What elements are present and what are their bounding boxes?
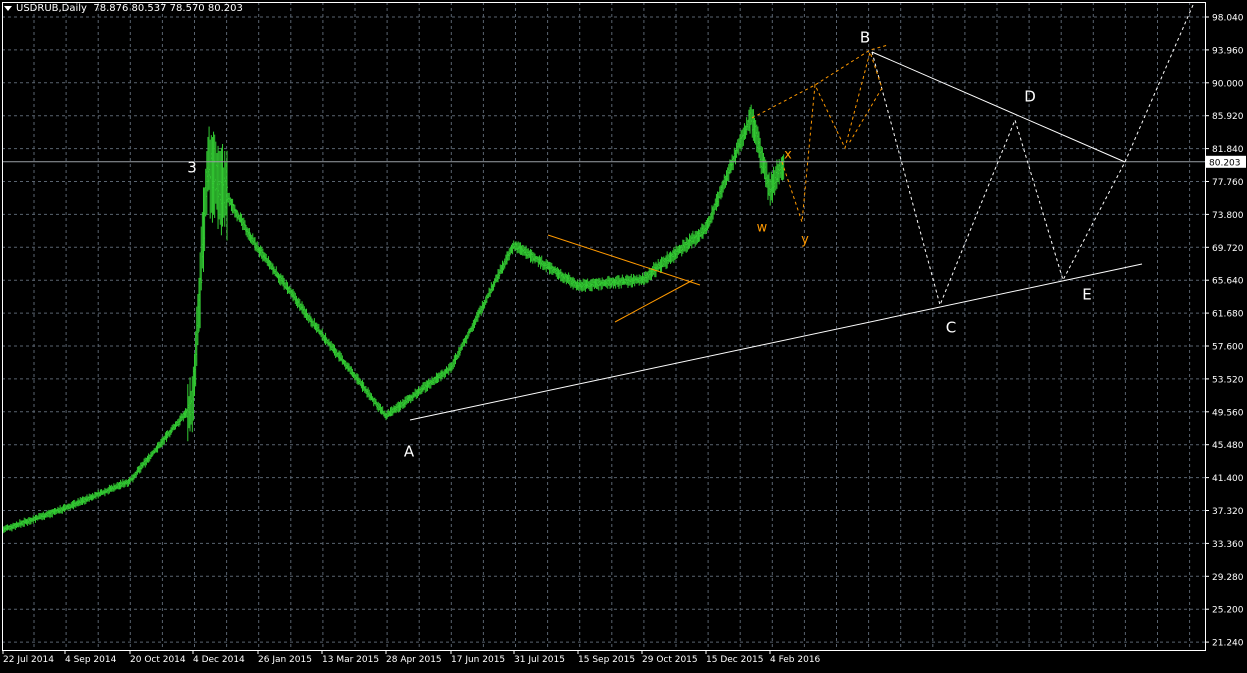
- x-tick-label: 22 Jul 2014: [3, 655, 54, 665]
- y-tick-label: 37.320: [1212, 507, 1244, 517]
- y-tick-label: 69.720: [1212, 244, 1244, 254]
- symbol-label: USDRUB,Daily: [16, 3, 87, 14]
- y-tick-label: 49.560: [1212, 408, 1244, 418]
- wave-label-w: w: [757, 221, 768, 236]
- y-tick-label: 21.240: [1212, 639, 1244, 649]
- y-tick-label: 65.640: [1212, 277, 1244, 287]
- wave-label-y: y: [801, 233, 809, 248]
- ace-trendline: [409, 263, 1143, 421]
- x-tick-label: 15 Dec 2015: [706, 655, 764, 665]
- ohlc-values: 78.876 80.537 78.570 80.203: [93, 3, 243, 14]
- y-tick-label: 90.000: [1212, 79, 1244, 89]
- y-tick-label: 61.680: [1212, 310, 1244, 320]
- wave-markup: [2, 4, 1205, 421]
- bd-trendline: [871, 51, 1126, 163]
- x-tick-label: 26 Jan 2015: [258, 655, 312, 665]
- y-tick-label: 41.400: [1212, 474, 1244, 484]
- wave-label-D: D: [1024, 88, 1036, 106]
- price-bars: [2, 104, 785, 534]
- y-tick-label: 29.280: [1212, 573, 1244, 583]
- x-tick-label: 13 Mar 2015: [322, 655, 379, 665]
- y-tick-label: 93.960: [1212, 46, 1244, 56]
- price-chart[interactable]: 3 A B C D Ew x y 98.040 93.960 90.000 85.920 81.840…: [0, 0, 1247, 669]
- x-tick-label: 20 Oct 2014: [130, 655, 186, 665]
- chart-header: USDRUB,Daily 78.876 80.537 78.570 80.203: [4, 3, 243, 14]
- wave-label-A: A: [404, 443, 415, 461]
- dropdown-triangle-icon[interactable]: [4, 5, 12, 11]
- chart-canvas[interactable]: 3 A B C D Ew x y 98.040 93.960 90.000 85.920 81.840…: [0, 0, 1247, 669]
- current-price-label: 80.203: [1209, 158, 1241, 168]
- wave-label-B: B: [860, 29, 870, 47]
- y-tick-label: 57.600: [1212, 343, 1244, 353]
- x-tick-label: 31 Jul 2015: [514, 655, 565, 665]
- x-tick-label: 4 Feb 2016: [770, 655, 821, 665]
- wave-label-C: C: [946, 319, 956, 337]
- x-tick-label: 17 Jun 2015: [451, 655, 505, 665]
- y-tick-label: 73.800: [1212, 211, 1244, 221]
- wave-label-3: 3: [187, 159, 197, 177]
- y-tick-label: 45.480: [1212, 441, 1244, 451]
- y-tick-label: 81.840: [1212, 145, 1244, 155]
- x-tick-label: 28 Apr 2015: [386, 655, 442, 665]
- y-tick-label: 53.520: [1212, 375, 1244, 385]
- y-tick-label: 77.760: [1212, 178, 1244, 188]
- y-tick-label: 85.920: [1212, 112, 1244, 122]
- y-tick-label: 33.360: [1212, 540, 1244, 550]
- x-tick-label: 29 Oct 2015: [642, 655, 698, 665]
- x-tick-label: 4 Sep 2014: [65, 655, 117, 665]
- wave-label-E: E: [1082, 286, 1091, 304]
- wxy-path: [781, 50, 883, 223]
- x-tick-label: 15 Sep 2015: [578, 655, 635, 665]
- triangle-lower-line: [614, 279, 694, 323]
- wave-label-x: x: [784, 148, 792, 163]
- y-tick-label: 98.040: [1212, 14, 1244, 24]
- x-tick-label: 4 Dec 2014: [193, 655, 245, 665]
- axes: 98.040 93.960 90.000 85.920 81.840 77.760 73.8…: [2, 2, 1246, 665]
- y-tick-label: 25.200: [1212, 606, 1244, 616]
